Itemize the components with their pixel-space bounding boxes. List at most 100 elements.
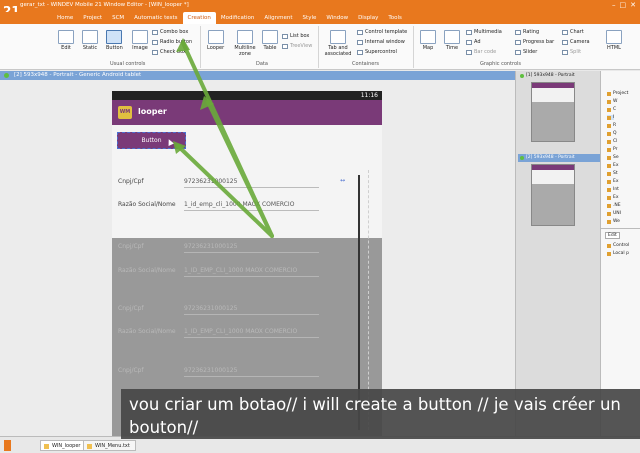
tab-window[interactable]: Window xyxy=(321,12,353,24)
tree-item-selected[interactable]: I xyxy=(607,115,615,120)
menu-bar: Home Project SCM Automatic tests Creatio… xyxy=(0,12,640,24)
explorer-edit-button[interactable]: Edit xyxy=(605,232,620,239)
looper-icon xyxy=(207,30,224,44)
tree-item[interactable]: R xyxy=(607,123,616,128)
button-control-button[interactable]: Button xyxy=(106,30,123,51)
minimize-button[interactable]: – xyxy=(612,0,616,11)
tab-project[interactable]: Project xyxy=(78,12,107,24)
tab-home[interactable]: Home xyxy=(52,12,78,24)
group-label-usual: Usual controls xyxy=(110,61,146,67)
ad-button[interactable]: Ad xyxy=(466,39,481,45)
bottom-tab-win-menu[interactable]: WIN_Menu.txt xyxy=(83,440,136,451)
tree-item[interactable]: UNI xyxy=(607,211,621,216)
looper-control-button[interactable]: Looper xyxy=(207,30,224,51)
folder-icon xyxy=(607,179,611,184)
internal-window-button[interactable]: Internal window xyxy=(357,39,405,45)
thumbnail-2[interactable] xyxy=(531,164,575,226)
title-bar: 21 gerar_txt - WINDEV Mobile 21 Window E… xyxy=(0,0,640,18)
folder-icon xyxy=(607,195,611,200)
combo-box-button[interactable]: Combo box xyxy=(152,29,188,35)
window-icon xyxy=(44,444,49,449)
tree-item[interactable]: St xyxy=(607,171,618,176)
tree-item[interactable]: Local p xyxy=(607,251,629,256)
maximize-button[interactable]: □ xyxy=(620,0,627,11)
split-button[interactable]: Split xyxy=(562,49,581,55)
android-icon xyxy=(4,73,9,78)
new-button-control[interactable]: Button xyxy=(117,132,186,149)
tab-scm[interactable]: SCM xyxy=(107,12,129,24)
tree-item[interactable]: Control xyxy=(607,243,629,248)
field-value-cnpj[interactable]: 97236231000125 xyxy=(184,178,237,185)
android-icon xyxy=(520,156,524,160)
image-control-button[interactable]: Image xyxy=(132,30,148,51)
document-tab[interactable]: [2] 593x948 - Portrait - Generic Android… xyxy=(0,71,515,80)
tree-item[interactable]: Q xyxy=(607,131,617,136)
progress-bar-button[interactable]: Progress bar xyxy=(515,39,554,45)
thumbnail-title-1[interactable]: [1] 593x948 - Portrait xyxy=(518,72,600,80)
bottom-tab-win-looper[interactable]: WIN_looper xyxy=(40,440,87,451)
status-bar: 11:16 xyxy=(112,91,382,100)
thumbnail-title-2[interactable]: [2] 593x948 - Portrait xyxy=(518,154,600,162)
tab-style[interactable]: Style xyxy=(298,12,322,24)
tree-item[interactable]: Ex xyxy=(607,195,619,200)
folder-icon xyxy=(607,171,611,176)
tree-item[interactable]: Cl xyxy=(607,139,617,144)
tree-item[interactable]: We xyxy=(607,219,620,224)
list-box-button[interactable]: List box xyxy=(282,33,309,39)
close-button[interactable]: ✕ xyxy=(630,0,636,11)
checkbox-icon xyxy=(152,49,158,55)
map-control-button[interactable]: Map xyxy=(420,30,436,51)
table-control-button[interactable]: Table xyxy=(262,30,278,51)
list-icon xyxy=(282,33,288,39)
window-thumbnails: [1] 593x948 - Portrait [2] 593x948 - Por… xyxy=(515,71,600,436)
tab-automatic-tests[interactable]: Automatic tests xyxy=(129,12,182,24)
internal-window-icon xyxy=(357,39,363,45)
tab-display[interactable]: Display xyxy=(353,12,383,24)
field-value-razao[interactable]: 1_id_emp_cli_1000 MAOX COMERCIO xyxy=(184,201,294,208)
time-control-button[interactable]: Time xyxy=(444,30,460,51)
tree-item[interactable]: Ex xyxy=(607,163,619,168)
folder-icon xyxy=(607,219,611,224)
tab-creation[interactable]: Creation xyxy=(182,12,216,24)
rating-button[interactable]: Rating xyxy=(515,29,539,35)
control-template-button[interactable]: Control template xyxy=(357,29,407,35)
multimedia-icon xyxy=(466,29,472,35)
tab-tools[interactable]: Tools xyxy=(383,12,407,24)
phone-preview: 11:16 WM looper Button Cnpj/Cpf 97236231… xyxy=(112,91,382,436)
supercontrol-button[interactable]: Supercontrol xyxy=(357,49,397,55)
folder-icon xyxy=(607,163,611,168)
tree-item[interactable]: .NE xyxy=(607,203,621,208)
group-label-containers: Containers xyxy=(352,61,380,67)
radio-button-button[interactable]: Radio button xyxy=(152,39,192,45)
tab-alignment[interactable]: Alignment xyxy=(259,12,297,24)
multiline-control-button[interactable]: Multiline zone xyxy=(233,30,257,57)
tree-item[interactable]: Project xyxy=(607,91,628,96)
multimedia-button[interactable]: Multimedia xyxy=(466,29,502,35)
supercontrol-icon xyxy=(357,49,363,55)
check-box-button[interactable]: Check box xyxy=(152,49,186,55)
folder-icon xyxy=(607,123,611,128)
ghost-label: Razão Social/Nome xyxy=(118,328,176,335)
tree-item[interactable]: C xyxy=(607,107,616,112)
tab-associated-button[interactable]: Tab and associated xyxy=(324,30,352,57)
static-control-button[interactable]: Static xyxy=(82,30,98,51)
tree-item[interactable]: Se xyxy=(607,155,619,160)
chart-button[interactable]: Chart xyxy=(562,29,584,35)
android-icon xyxy=(520,74,524,78)
ghost-label: Cnpj/Cpf xyxy=(118,243,144,250)
tab-modification[interactable]: Modification xyxy=(216,12,260,24)
camera-button[interactable]: Camera xyxy=(562,39,590,45)
slider-button[interactable]: Slider xyxy=(515,49,537,55)
tree-item[interactable]: Pr xyxy=(607,147,618,152)
bar-code-button[interactable]: Bar code xyxy=(466,49,496,55)
tree-item[interactable]: W xyxy=(607,99,617,104)
edit-control-button[interactable]: Edit xyxy=(58,30,74,51)
thumbnail-1[interactable] xyxy=(531,82,575,142)
html-control-button[interactable]: HTML xyxy=(606,30,622,51)
combo-icon xyxy=(152,29,158,35)
tree-item[interactable]: Ex xyxy=(607,179,619,184)
ok-button-icon xyxy=(106,30,123,44)
tree-item[interactable]: Int xyxy=(607,187,619,192)
treeview-button[interactable]: TreeView xyxy=(282,43,312,49)
clock-icon xyxy=(444,30,460,44)
